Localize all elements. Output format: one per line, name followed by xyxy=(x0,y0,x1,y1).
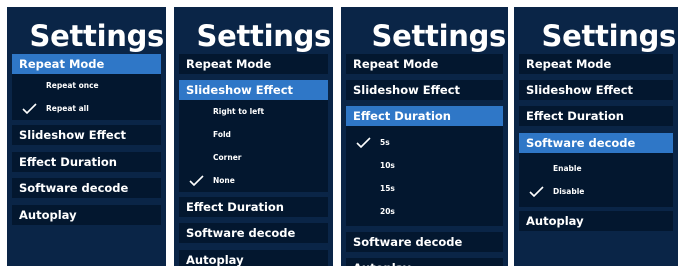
option-label: Repeat all xyxy=(46,104,89,113)
menu-item-effect-duration[interactable]: Effect Duration xyxy=(346,106,503,126)
menu-item-slideshow-effect[interactable]: Slideshow Effect xyxy=(346,80,503,100)
option-repeat-once[interactable]: Repeat once xyxy=(12,74,161,97)
option-5s[interactable]: 5s xyxy=(346,131,503,154)
option-disable[interactable]: Disable xyxy=(519,180,673,203)
option-20s[interactable]: 20s xyxy=(346,200,503,223)
checkmark-icon xyxy=(189,175,204,186)
option-label: 5s xyxy=(380,138,390,147)
menu-item-autoplay[interactable]: Autoplay xyxy=(12,205,161,225)
checkmark-icon xyxy=(356,137,371,148)
settings-panel-slideshow-effect: Settings Repeat Mode Slideshow Effect Ri… xyxy=(174,7,333,266)
option-label: Disable xyxy=(553,187,585,196)
page-title: Settings xyxy=(29,19,165,53)
menu-item-software-decode[interactable]: Software decode xyxy=(519,133,673,153)
menu-item-software-decode[interactable]: Software decode xyxy=(179,223,328,243)
option-10s[interactable]: 10s xyxy=(346,154,503,177)
option-15s[interactable]: 15s xyxy=(346,177,503,200)
settings-panel-effect-duration: Settings Repeat Mode Slideshow Effect Ef… xyxy=(341,7,508,266)
menu-item-repeat-mode[interactable]: Repeat Mode xyxy=(179,54,328,74)
option-enable[interactable]: Enable xyxy=(519,157,673,180)
page-title: Settings xyxy=(196,19,332,53)
menu-item-autoplay[interactable]: Autoplay xyxy=(346,258,503,266)
menu-item-slideshow-effect[interactable]: Slideshow Effect xyxy=(179,80,328,100)
option-label: Right to left xyxy=(213,107,265,116)
menu-item-slideshow-effect[interactable]: Slideshow Effect xyxy=(519,80,673,100)
settings-panel-software-decode: Settings Repeat Mode Slideshow Effect Ef… xyxy=(514,7,678,266)
option-label: 15s xyxy=(380,184,395,193)
option-label: Fold xyxy=(213,130,231,139)
menu-item-software-decode[interactable]: Software decode xyxy=(346,232,503,252)
menu-item-effect-duration[interactable]: Effect Duration xyxy=(179,197,328,217)
checkmark-icon xyxy=(22,103,37,114)
menu-item-autoplay[interactable]: Autoplay xyxy=(179,250,328,266)
option-label: Enable xyxy=(553,164,582,173)
menu-item-effect-duration[interactable]: Effect Duration xyxy=(12,152,161,172)
option-repeat-all[interactable]: Repeat all xyxy=(12,97,161,120)
checkmark-icon xyxy=(529,186,544,197)
menu-item-software-decode[interactable]: Software decode xyxy=(12,178,161,198)
option-label: None xyxy=(213,176,235,185)
menu-item-repeat-mode[interactable]: Repeat Mode xyxy=(519,54,673,74)
option-label: Repeat once xyxy=(46,81,99,90)
option-none[interactable]: None xyxy=(179,169,328,192)
page-title: Settings xyxy=(541,19,677,53)
menu-item-slideshow-effect[interactable]: Slideshow Effect xyxy=(12,125,161,145)
option-fold[interactable]: Fold xyxy=(179,123,328,146)
page-title: Settings xyxy=(371,19,507,53)
menu-item-autoplay[interactable]: Autoplay xyxy=(519,211,673,231)
option-label: 20s xyxy=(380,207,395,216)
option-label: 10s xyxy=(380,161,395,170)
menu-item-repeat-mode[interactable]: Repeat Mode xyxy=(12,54,161,74)
settings-panel-repeat-mode: Settings Repeat Mode Repeat once Repeat … xyxy=(7,7,166,266)
option-right-to-left[interactable]: Right to left xyxy=(179,100,328,123)
menu-item-effect-duration[interactable]: Effect Duration xyxy=(519,106,673,126)
option-corner[interactable]: Corner xyxy=(179,146,328,169)
option-label: Corner xyxy=(213,153,242,162)
menu-item-repeat-mode[interactable]: Repeat Mode xyxy=(346,54,503,74)
